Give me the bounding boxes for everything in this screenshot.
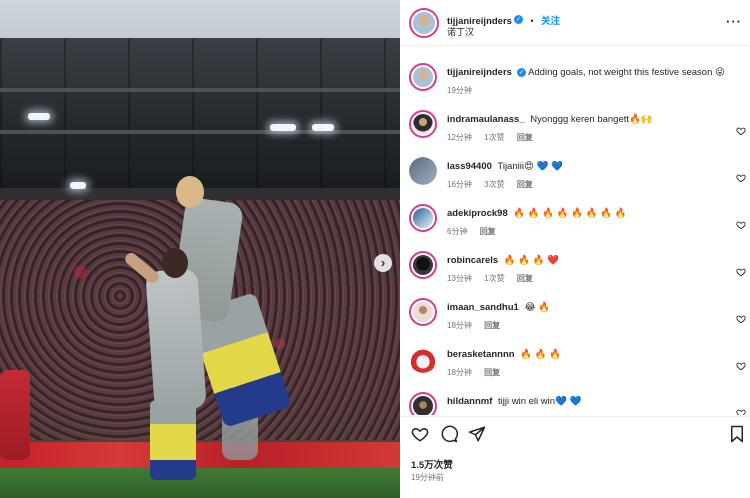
player-figure <box>145 268 207 412</box>
avatar[interactable] <box>409 110 437 138</box>
heart-icon[interactable] <box>736 173 746 183</box>
comment-item: adekiprock98 🔥 🔥 🔥 🔥 🔥 🔥 🔥 🔥 6分钟 回复 <box>400 202 750 248</box>
comment-text: 🔥 🔥 🔥 🔥 🔥 🔥 🔥 🔥 <box>513 208 627 219</box>
caption-time: 19分钟 <box>447 86 472 95</box>
avatar[interactable] <box>409 157 437 185</box>
comment-likes[interactable]: 1次赞 <box>484 133 504 142</box>
comment-username[interactable]: berasketannnn <box>447 349 515 360</box>
post-time: 19分钟前 <box>411 473 444 482</box>
comment-likes[interactable]: 3次赞 <box>484 180 504 189</box>
comment-text: 🔥 🔥 🔥 ❤️ <box>503 255 560 266</box>
comment-text: 😂 🔥 <box>524 302 551 313</box>
avatar[interactable] <box>409 392 437 415</box>
verified-icon: ✓ <box>516 67 526 77</box>
post-caption: tijjanireijnders ✓ Adding goals, not weig… <box>400 61 750 107</box>
comment-time: 18分钟 <box>447 368 472 377</box>
stadium-light <box>270 124 296 131</box>
post-header: tijjanireijnders ✓ • 关注 诺丁汉 ··· <box>400 0 750 46</box>
comment-username[interactable]: lass94400 <box>447 161 492 172</box>
like-heart-icon[interactable] <box>411 425 429 443</box>
pitch <box>0 468 400 498</box>
comment-likes[interactable]: 1次赞 <box>484 274 504 283</box>
reply-button[interactable]: 回复 <box>484 321 500 330</box>
comment-username[interactable]: robincarels <box>447 255 498 266</box>
comment-username[interactable]: indramaulanass_ <box>447 114 525 125</box>
player-figure <box>176 176 204 208</box>
comment-username[interactable]: adekiprock98 <box>447 208 508 219</box>
reply-button[interactable]: 回复 <box>517 274 533 283</box>
stadium-light <box>28 113 50 120</box>
post-sidebar: tijjanireijnders ✓ • 关注 诺丁汉 ··· tijjanire… <box>400 0 750 498</box>
comment-text: tijji win eli win💙 💙 <box>498 396 582 407</box>
avatar[interactable] <box>409 251 437 279</box>
comment-text: 🔥 🔥 🔥 <box>520 349 561 360</box>
comment-time: 6分钟 <box>447 227 468 236</box>
heart-icon[interactable] <box>736 408 746 415</box>
comment-time: 13分钟 <box>447 274 472 283</box>
verified-icon: ✓ <box>513 15 523 25</box>
comment-icon[interactable] <box>440 425 458 443</box>
comment-item: berasketannnn 🔥 🔥 🔥 18分钟 回复 <box>400 343 750 389</box>
bookmark-icon[interactable] <box>728 425 746 443</box>
avatar[interactable] <box>409 298 437 326</box>
likes-count[interactable]: 1.5万次赞 <box>411 457 453 471</box>
heart-icon[interactable] <box>736 267 746 277</box>
reply-button[interactable]: 回复 <box>517 133 533 142</box>
roof-beam <box>0 130 400 134</box>
post-photo: › <box>0 0 400 498</box>
post-actions: 1.5万次赞 19分钟前 <box>400 416 750 498</box>
follow-button[interactable]: 关注 <box>541 16 560 27</box>
separator: • <box>530 16 534 26</box>
comment-item: hildannmf tijji win eli win💙 💙 <box>400 390 750 415</box>
comment-username[interactable]: hildannmf <box>447 396 492 407</box>
comment-text: Nyonggg keren bangett🔥🙌 <box>530 114 653 125</box>
caption-text: Adding goals, not weight this festive se… <box>528 67 725 78</box>
avatar[interactable] <box>409 345 437 373</box>
comment-item: indramaulanass_ Nyonggg keren bangett🔥🙌 … <box>400 108 750 154</box>
heart-icon[interactable] <box>736 361 746 371</box>
roof-beam <box>0 88 400 92</box>
advertising-board <box>0 442 400 468</box>
avatar[interactable] <box>409 204 437 232</box>
comment-time: 16分钟 <box>447 180 472 189</box>
more-options-icon[interactable]: ··· <box>726 14 742 29</box>
heart-icon[interactable] <box>736 314 746 324</box>
reply-button[interactable]: 回复 <box>480 227 496 236</box>
comment-time: 12分钟 <box>447 133 472 142</box>
reply-button[interactable]: 回复 <box>484 368 500 377</box>
heart-icon[interactable] <box>736 126 746 136</box>
share-icon[interactable] <box>468 425 486 443</box>
player-figure <box>162 248 188 278</box>
heart-icon[interactable] <box>736 220 746 230</box>
reply-button[interactable]: 回复 <box>517 180 533 189</box>
next-photo-button[interactable]: › <box>374 254 392 272</box>
stadium-roof <box>0 38 400 188</box>
stadium-light <box>70 182 86 189</box>
comment-item: robincarels 🔥 🔥 🔥 ❤️ 13分钟 1次赞 回复 <box>400 249 750 295</box>
comment-text: Tijaniii😍 💙 💙 <box>497 161 563 172</box>
comment-item: imaan_sandhu1 😂 🔥 18分钟 回复 <box>400 296 750 342</box>
comment-time: 18分钟 <box>447 321 472 330</box>
comment-item: lass94400 Tijaniii😍 💙 💙 16分钟 3次赞 回复 <box>400 155 750 201</box>
caption-username[interactable]: tijjanireijnders <box>447 67 512 78</box>
player-figure <box>0 370 30 460</box>
player-figure <box>150 400 196 480</box>
stadium-light <box>312 124 334 131</box>
avatar[interactable] <box>409 63 437 91</box>
location-label[interactable]: 诺丁汉 <box>447 25 474 38</box>
avatar[interactable] <box>409 8 439 38</box>
comment-username[interactable]: imaan_sandhu1 <box>447 302 519 313</box>
comments-list[interactable]: tijjanireijnders ✓ Adding goals, not weig… <box>400 47 750 415</box>
